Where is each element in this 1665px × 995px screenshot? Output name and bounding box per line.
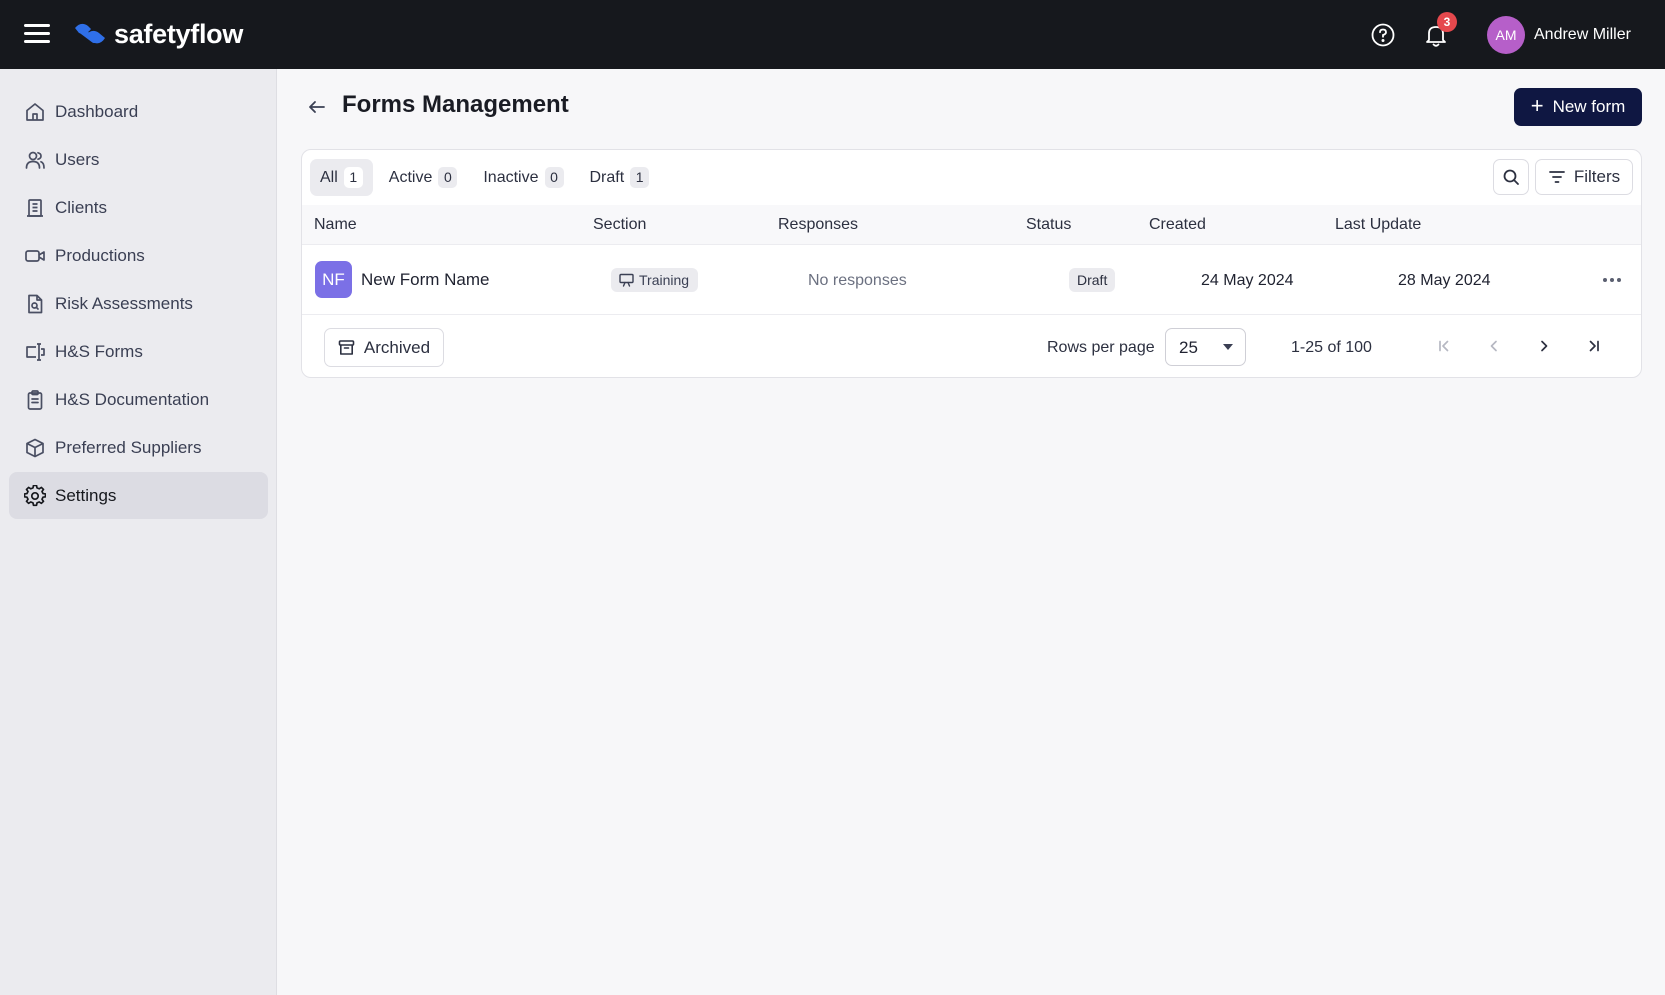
section-badge: Training bbox=[611, 268, 699, 292]
caret-down-icon bbox=[1223, 344, 1233, 350]
new-form-button[interactable]: + New form bbox=[1514, 88, 1642, 126]
user-menu[interactable]: AM Andrew Miller bbox=[1487, 16, 1631, 54]
sidebar: Dashboard Users Clients Productions Risk… bbox=[0, 69, 277, 995]
pagination-range: 1-25 of 100 bbox=[1291, 339, 1372, 356]
plus-icon: + bbox=[1530, 93, 1544, 118]
app-name: safetyflow bbox=[114, 18, 244, 49]
search-button[interactable] bbox=[1493, 159, 1529, 195]
rows-per-page-label: Rows per page bbox=[1047, 339, 1155, 356]
prev-page-button[interactable] bbox=[1482, 334, 1506, 358]
avatar: AM bbox=[1487, 16, 1525, 54]
search-icon bbox=[1503, 169, 1519, 185]
tab-label: Active bbox=[388, 168, 433, 186]
user-name: Andrew Miller bbox=[1534, 26, 1631, 43]
next-page-button[interactable] bbox=[1532, 334, 1556, 358]
box-icon bbox=[26, 438, 44, 457]
responses-text: No responses bbox=[808, 272, 907, 289]
table-row[interactable]: NF New Form Name Training No responses D… bbox=[302, 245, 1641, 315]
tab-inactive[interactable]: Inactive 0 bbox=[473, 159, 573, 196]
archived-button[interactable]: Archived bbox=[324, 328, 444, 367]
section-label: Training bbox=[639, 272, 690, 288]
column-header-responses[interactable]: Responses bbox=[778, 216, 858, 234]
last-page-button[interactable] bbox=[1582, 334, 1606, 358]
column-header-last-update[interactable]: Last Update bbox=[1335, 216, 1421, 234]
tab-label: Draft bbox=[589, 168, 625, 186]
sidebar-item-hs-documentation[interactable]: H&S Documentation bbox=[9, 376, 268, 423]
form-avatar: NF bbox=[315, 261, 352, 298]
tab-active[interactable]: Active 0 bbox=[379, 159, 468, 196]
tab-draft[interactable]: Draft 1 bbox=[580, 159, 660, 196]
table-footer: Archived Rows per page 25 1-25 of 100 bbox=[302, 315, 1641, 377]
first-page-icon bbox=[1439, 340, 1449, 352]
created-date: 24 May 2024 bbox=[1201, 272, 1294, 289]
users-icon bbox=[25, 151, 45, 169]
sidebar-item-label: Preferred Suppliers bbox=[55, 437, 202, 457]
filters-button[interactable]: Filters bbox=[1535, 159, 1633, 195]
hamburger-icon[interactable] bbox=[24, 24, 50, 46]
chevron-left-icon bbox=[1490, 340, 1497, 352]
status-badge: Draft bbox=[1069, 268, 1116, 292]
archived-label: Archived bbox=[363, 337, 431, 357]
updated-date: 28 May 2024 bbox=[1398, 272, 1491, 289]
tab-all[interactable]: All 1 bbox=[310, 159, 373, 196]
sidebar-item-preferred-suppliers[interactable]: Preferred Suppliers bbox=[9, 424, 268, 471]
sidebar-item-productions[interactable]: Productions bbox=[9, 232, 268, 279]
top-bar: safetyflow 3 AM Andrew Miller bbox=[0, 0, 1665, 69]
tab-label: All bbox=[320, 168, 338, 186]
clipboard-icon bbox=[27, 389, 43, 410]
sidebar-item-dashboard[interactable]: Dashboard bbox=[9, 88, 268, 135]
status-tabs: All 1 Active 0 Inactive 0 Draft 1 bbox=[310, 159, 665, 196]
sidebar-item-label: Productions bbox=[55, 245, 145, 265]
archive-icon bbox=[338, 340, 355, 355]
sidebar-item-label: Clients bbox=[55, 197, 107, 217]
presentation-icon bbox=[619, 273, 634, 287]
help-circle-icon[interactable] bbox=[1370, 22, 1396, 48]
rows-per-page-value: 25 bbox=[1179, 338, 1198, 357]
building-icon bbox=[27, 198, 43, 217]
page-title: Forms Management bbox=[342, 91, 569, 118]
tab-count: 1 bbox=[343, 167, 363, 188]
filter-icon bbox=[1548, 171, 1565, 183]
form-icon bbox=[26, 342, 45, 361]
sidebar-item-label: Dashboard bbox=[55, 101, 139, 121]
tab-label: Inactive bbox=[483, 168, 539, 186]
sidebar-item-label: H&S Forms bbox=[55, 341, 143, 361]
more-options-icon[interactable] bbox=[1598, 267, 1626, 293]
chevron-right-icon bbox=[1541, 340, 1548, 352]
column-header-section[interactable]: Section bbox=[593, 216, 646, 234]
back-arrow-icon[interactable] bbox=[306, 96, 328, 118]
app-logo[interactable]: safetyflow bbox=[72, 18, 243, 50]
sidebar-item-label: H&S Documentation bbox=[55, 389, 210, 409]
file-search-icon bbox=[28, 294, 43, 313]
tab-count: 0 bbox=[544, 167, 564, 188]
sidebar-item-users[interactable]: Users bbox=[9, 136, 268, 183]
first-page-button[interactable] bbox=[1432, 334, 1456, 358]
tab-count: 1 bbox=[630, 167, 650, 188]
rows-per-page-select[interactable]: 25 bbox=[1165, 328, 1246, 366]
sidebar-item-settings[interactable]: Settings bbox=[9, 472, 268, 519]
column-header-created[interactable]: Created bbox=[1149, 216, 1206, 234]
column-header-name[interactable]: Name bbox=[314, 216, 357, 234]
new-form-label: New form bbox=[1552, 97, 1626, 116]
last-page-icon bbox=[1589, 340, 1599, 352]
sidebar-item-clients[interactable]: Clients bbox=[9, 184, 268, 231]
sidebar-item-risk-assessments[interactable]: Risk Assessments bbox=[9, 280, 268, 327]
home-icon bbox=[26, 102, 44, 121]
gear-icon bbox=[24, 484, 46, 506]
logo-icon bbox=[75, 23, 105, 44]
sidebar-item-label: Risk Assessments bbox=[55, 293, 193, 313]
notification-badge: 3 bbox=[1437, 12, 1457, 32]
sidebar-item-label: Users bbox=[55, 149, 100, 169]
filters-label: Filters bbox=[1573, 167, 1621, 186]
sidebar-item-label: Settings bbox=[55, 485, 117, 505]
form-name[interactable]: New Form Name bbox=[361, 270, 489, 290]
sidebar-item-hs-forms[interactable]: H&S Forms bbox=[9, 328, 268, 375]
forms-card: All 1 Active 0 Inactive 0 Draft 1 Filter… bbox=[301, 149, 1642, 378]
tab-count: 0 bbox=[438, 167, 458, 188]
video-icon bbox=[25, 249, 45, 262]
table-header: Name Section Responses Status Created La… bbox=[302, 205, 1641, 245]
column-header-status[interactable]: Status bbox=[1026, 216, 1071, 234]
